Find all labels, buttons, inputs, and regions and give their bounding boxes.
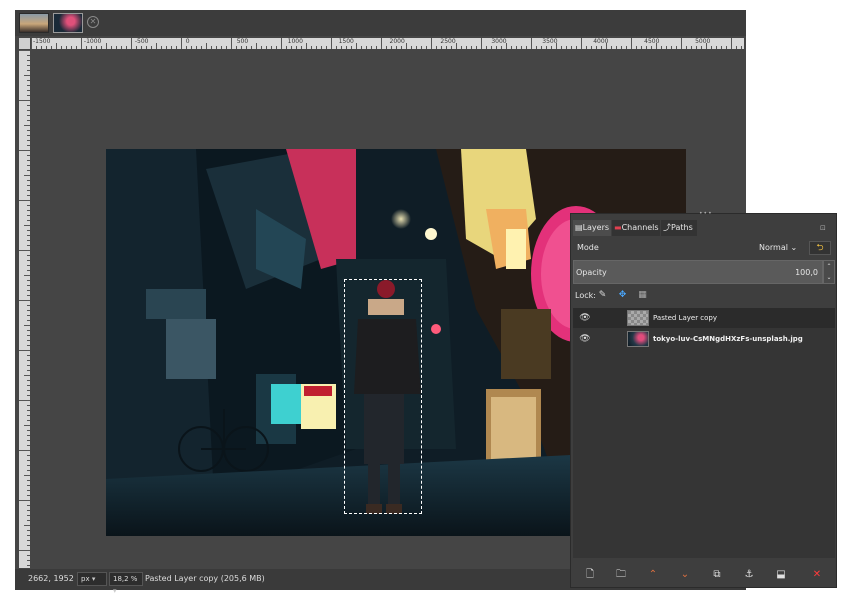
new-layer-icon[interactable]: 🗋 xyxy=(583,568,597,582)
ruler-label: 0 xyxy=(185,38,190,45)
tab-channels-label: Channels xyxy=(621,223,659,232)
pointer-coordinates: 2662, 1952 xyxy=(28,574,74,583)
zoom-value: 18,2 % xyxy=(113,575,138,583)
tab-paths[interactable]: ⤴Paths xyxy=(661,220,697,236)
chevron-down-icon: ⌄ xyxy=(790,243,798,252)
layer-thumbnail xyxy=(627,310,649,326)
ruler-label: 2000 xyxy=(389,38,405,45)
mode-value: Normal xyxy=(759,243,788,252)
unit-select[interactable]: px ▾ xyxy=(77,572,107,586)
lower-layer-icon[interactable]: ⌄ xyxy=(678,568,692,582)
ruler-corner[interactable] xyxy=(19,38,30,49)
ruler-label: -500 xyxy=(134,38,149,45)
layer-row[interactable]: 👁 tokyo-luv-CsMNgdHXzFs-unsplash.jpg xyxy=(573,329,835,349)
duplicate-icon[interactable]: ⧉ xyxy=(710,568,724,582)
lock-pixels-icon[interactable]: ✎ xyxy=(597,290,608,301)
ruler-label: -1000 xyxy=(83,38,102,45)
lock-row: Lock: ✎ ✥ ▦ xyxy=(573,288,835,304)
status-message: Pasted Layer copy (205,6 MB) xyxy=(145,574,265,583)
merge-down-icon[interactable]: ⬓ xyxy=(774,568,788,582)
ruler-label: 1000 xyxy=(287,38,303,45)
tab-layers[interactable]: ▤Layers xyxy=(573,220,611,236)
layer-thumbnail xyxy=(627,331,649,347)
delete-icon[interactable]: ✕ xyxy=(810,568,824,582)
ruler-label: 5000 xyxy=(695,38,711,45)
image-tab-street[interactable] xyxy=(19,13,49,33)
mode-switch-icon[interactable]: ⮌ xyxy=(809,241,831,255)
layers-icon: ▤ xyxy=(575,223,583,232)
unit-value: px xyxy=(81,575,90,583)
anchor-icon[interactable]: ⚓ xyxy=(742,568,756,582)
ruler-label: 500 xyxy=(236,38,249,45)
ruler-label: 3500 xyxy=(542,38,558,45)
lock-position-icon[interactable]: ✥ xyxy=(617,290,628,301)
image-tab-bar: ✕ xyxy=(15,10,746,36)
paths-icon: ⤴ xyxy=(663,223,671,232)
new-group-icon[interactable]: 🗀 xyxy=(614,568,628,582)
vertical-ruler[interactable] xyxy=(19,50,30,568)
image-tab-tokyo[interactable] xyxy=(53,13,83,33)
tab-channels[interactable]: ▬Channels xyxy=(612,220,660,236)
opacity-spinner[interactable]: ⌃ ⌄ xyxy=(823,260,835,284)
layers-toolbar: 🗋 🗀 ⌃ ⌄ ⧉ ⚓ ⬓ ✕ xyxy=(571,564,836,586)
mode-label: Mode xyxy=(577,243,599,252)
ruler-label: 4000 xyxy=(593,38,609,45)
ruler-label: 2500 xyxy=(440,38,456,45)
selection-marquee[interactable] xyxy=(344,279,422,514)
close-icon[interactable]: ✕ xyxy=(87,16,99,28)
tab-paths-label: Paths xyxy=(671,223,693,232)
ruler-label: 3000 xyxy=(491,38,507,45)
raise-layer-icon[interactable]: ⌃ xyxy=(646,568,660,582)
eye-icon[interactable]: 👁 xyxy=(579,312,591,324)
chevron-down-icon: ▾ xyxy=(91,575,96,583)
ruler-label: 4500 xyxy=(644,38,660,45)
mode-select[interactable]: Normal ⌄ xyxy=(759,243,797,252)
layer-row[interactable]: 👁 Pasted Layer copy xyxy=(573,308,835,328)
opacity-slider[interactable]: Opacity 100,0 xyxy=(573,260,823,284)
dock-grip[interactable]: ••• xyxy=(699,211,713,217)
tab-layers-label: Layers xyxy=(582,223,610,232)
mode-row: Mode Normal ⌄ ⮌ xyxy=(573,238,835,258)
dock-tab-bar: ▤Layers ▬Channels ⤴Paths ⊡ xyxy=(571,218,836,238)
layer-name: tokyo-luv-CsMNgdHXzFs-unsplash.jpg xyxy=(653,335,803,343)
channels-icon: ▬ xyxy=(614,223,622,232)
opacity-value: 100,0 xyxy=(795,268,818,277)
horizontal-ruler[interactable]: -1500 -1000 -500 0 500 1000 1500 2000 2500 3000 35… xyxy=(31,38,744,49)
ruler-label: 1500 xyxy=(338,38,354,45)
vertical-ruler-ticks xyxy=(19,50,30,566)
layers-dock: ••• ▤Layers ▬Channels ⤴Paths ⊡ Mode Norm… xyxy=(570,211,837,588)
dock-config-icon[interactable]: ⊡ xyxy=(820,224,830,234)
opacity-label: Opacity xyxy=(576,268,607,277)
lock-label: Lock: xyxy=(575,291,596,300)
chevron-down-icon: ▾ xyxy=(113,587,117,595)
layer-name: Pasted Layer copy xyxy=(653,314,718,322)
layer-list[interactable]: 👁 Pasted Layer copy 👁 tokyo-luv-CsMNgdHX… xyxy=(573,308,835,558)
ruler-label: -1500 xyxy=(33,38,51,45)
eye-icon[interactable]: 👁 xyxy=(579,333,591,345)
lock-alpha-icon[interactable]: ▦ xyxy=(637,290,648,301)
zoom-select[interactable]: 18,2 % ▾ xyxy=(109,572,143,595)
